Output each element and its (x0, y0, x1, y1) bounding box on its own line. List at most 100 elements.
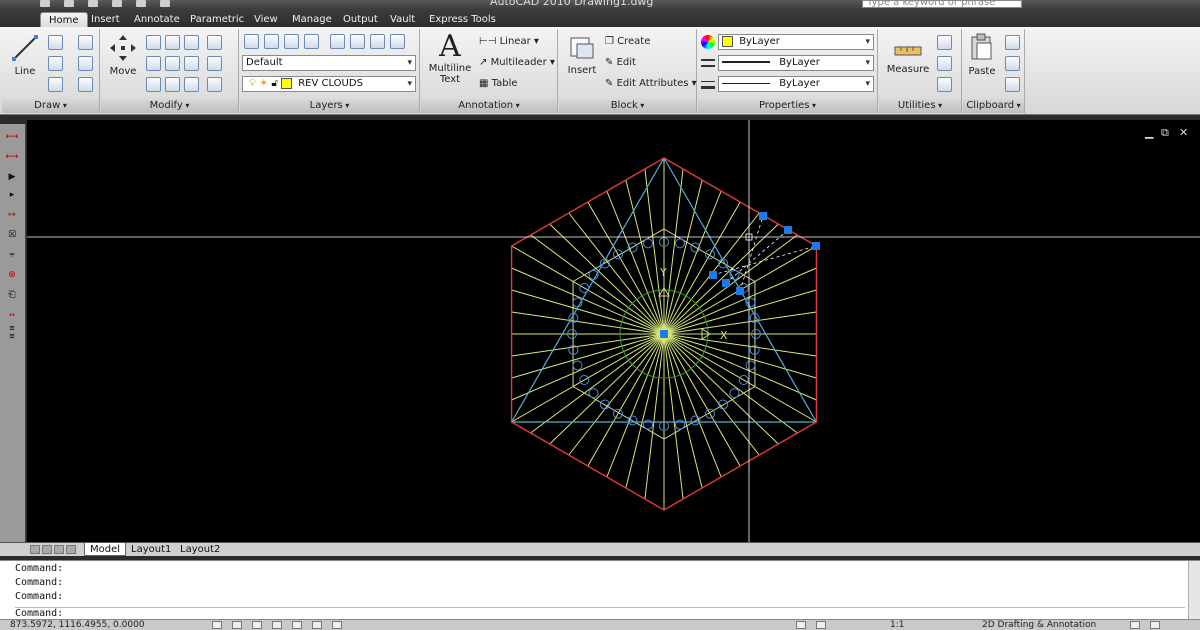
search-input[interactable]: Type a keyword or phrase (862, 0, 1022, 8)
redo-icon[interactable] (136, 0, 146, 7)
selection-grip[interactable] (812, 242, 820, 250)
spoke-line[interactable] (663, 179, 703, 335)
viewport-restore-icon[interactable]: ⧉ (1161, 126, 1169, 140)
circle-marker[interactable] (729, 388, 740, 399)
lineweight-select[interactable]: ByLayer (718, 76, 874, 92)
fillet-icon[interactable] (207, 77, 222, 92)
layer-off-icon[interactable] (330, 34, 345, 49)
workspace-switch[interactable]: 2D Drafting & Annotation (982, 620, 1096, 630)
mirror-icon[interactable] (146, 56, 161, 71)
circle-marker[interactable] (745, 360, 756, 371)
multiline-text-button[interactable]: A Multiline Text (427, 31, 473, 86)
drawing-canvas[interactable]: Y X ▁ ⧉ ✕ (27, 120, 1200, 542)
panel-title-utilities[interactable]: Utilities (879, 99, 961, 113)
spoke-line[interactable] (663, 311, 817, 335)
match-properties-icon[interactable] (1005, 77, 1020, 92)
save-icon[interactable] (88, 0, 98, 7)
scale-icon[interactable] (184, 56, 199, 71)
calculator-icon[interactable] (937, 77, 952, 92)
next-layout-icon[interactable] (54, 545, 64, 554)
linear-dimension-button[interactable]: ⊢⊣ Linear ▾ (479, 36, 539, 47)
continue-dim-icon[interactable]: ↦ (3, 208, 21, 222)
open-icon[interactable] (64, 0, 74, 7)
tab-manage[interactable]: Manage (284, 12, 340, 27)
layer-lock-icon[interactable] (370, 34, 385, 49)
polar-toggle-icon[interactable] (272, 621, 282, 629)
selection-grip[interactable] (784, 226, 792, 234)
layer-state-select[interactable]: Default (242, 55, 416, 71)
current-layer-select[interactable]: 💡︎ ☀ 🔓︎ REV CLOUDS (242, 76, 416, 92)
clean-screen-icon[interactable] (1150, 621, 1160, 629)
undo-icon[interactable] (112, 0, 122, 7)
rectangle-icon[interactable] (78, 56, 93, 71)
arc-icon[interactable] (48, 77, 63, 92)
linetype-select[interactable]: ByLayer (718, 55, 874, 71)
layer-freeze-icon[interactable] (350, 34, 365, 49)
line-button[interactable]: Line (8, 33, 42, 77)
spoke-line[interactable] (625, 333, 665, 489)
tab-insert[interactable]: Insert (83, 12, 128, 27)
dim-edit-icon[interactable]: ↔ (3, 308, 21, 322)
center-grip[interactable] (660, 330, 668, 338)
quick-dim-icon[interactable]: ☒ (3, 228, 21, 242)
snap-toggle-icon[interactable] (212, 621, 222, 629)
rotate-draw-icon[interactable] (78, 35, 93, 50)
lock-toolbar-icon[interactable] (1130, 621, 1140, 629)
play-icon[interactable]: ▶ (3, 170, 21, 184)
tab-vault[interactable]: Vault (382, 12, 423, 27)
layout-tab-layout2[interactable]: Layout2 (175, 543, 225, 556)
plot-icon[interactable] (160, 0, 170, 7)
spoke-line[interactable] (625, 179, 665, 335)
selection-grip[interactable] (722, 279, 730, 287)
break-icon[interactable] (207, 56, 222, 71)
osnap-toggle-icon[interactable] (292, 621, 302, 629)
selection-grip[interactable] (709, 271, 717, 279)
command-input[interactable]: Command: (15, 607, 1185, 619)
layer-properties-icon[interactable] (244, 34, 259, 49)
otrack-toggle-icon[interactable] (312, 621, 322, 629)
ucs-x-label[interactable]: X (720, 329, 728, 342)
viewport-minimize-icon[interactable]: ▁ (1145, 126, 1153, 139)
dim-style-icon[interactable]: ≡ ≡ (3, 324, 21, 344)
panel-title-modify[interactable]: Modify (101, 99, 238, 113)
selection-grip[interactable] (736, 287, 744, 295)
tab-view[interactable]: View (246, 12, 286, 27)
selection-grip[interactable] (759, 212, 767, 220)
circle-marker[interactable] (674, 238, 685, 249)
grid-toggle-icon[interactable] (232, 621, 242, 629)
layer-walk-icon[interactable] (390, 34, 405, 49)
array-icon[interactable] (184, 77, 199, 92)
pan-icon[interactable] (796, 621, 806, 629)
circle-marker[interactable] (643, 238, 654, 249)
ortho-toggle-icon[interactable] (252, 621, 262, 629)
viewport-close-icon[interactable]: ✕ (1179, 126, 1188, 139)
tab-annotate[interactable]: Annotate (126, 12, 188, 27)
zoom-icon[interactable] (816, 621, 826, 629)
offset-icon[interactable] (207, 35, 222, 50)
layout-tab-layout1[interactable]: Layout1 (126, 543, 176, 556)
move-button[interactable]: Move (105, 33, 141, 77)
erase-icon[interactable] (146, 77, 161, 92)
new-icon[interactable] (40, 0, 50, 7)
command-window[interactable]: Command: Command: Command: Command: (0, 560, 1200, 620)
spoke-line[interactable] (663, 333, 703, 489)
tab-home[interactable]: Home (40, 12, 88, 27)
multileader-button[interactable]: ↗ Multileader ▾ (479, 57, 555, 68)
panel-title-block[interactable]: Block (559, 99, 696, 113)
polyline-icon[interactable] (48, 35, 63, 50)
paste-button[interactable]: Paste (965, 33, 999, 77)
circle-marker[interactable] (572, 360, 583, 371)
aligned-dim-icon[interactable]: ⟷ (3, 150, 21, 164)
quick-select-icon[interactable] (937, 35, 952, 50)
layer-match-icon[interactable] (284, 34, 299, 49)
copy-icon[interactable] (146, 35, 161, 50)
annotation-scale[interactable]: 1:1 (890, 620, 904, 630)
tab-parametric[interactable]: Parametric (182, 12, 252, 27)
hatch-icon[interactable] (78, 77, 93, 92)
spoke-line[interactable] (511, 311, 665, 335)
ucs-y-label[interactable]: Y (659, 266, 667, 279)
rotate-icon[interactable] (165, 35, 180, 50)
panel-title-clipboard[interactable]: Clipboard (963, 99, 1024, 113)
cut-icon[interactable] (1005, 35, 1020, 50)
lineweight-toggle-icon[interactable] (332, 621, 342, 629)
